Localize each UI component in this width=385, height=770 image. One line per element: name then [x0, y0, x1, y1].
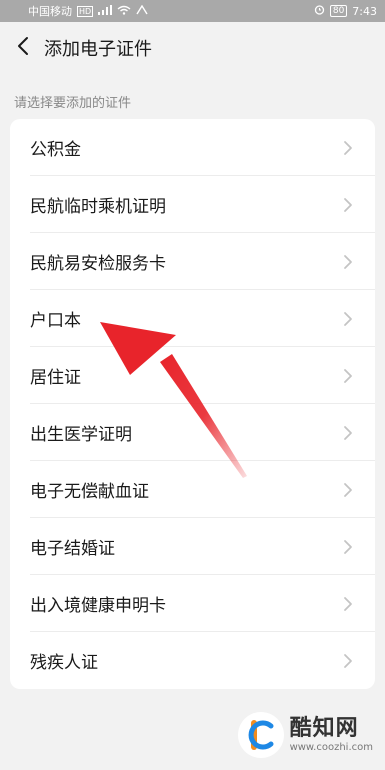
chevron-right-icon	[343, 595, 355, 613]
list-item-label: 电子无偿献血证	[30, 482, 149, 502]
list-item-label: 民航临时乘机证明	[30, 197, 166, 217]
watermark-name: 酷知网	[289, 716, 359, 742]
chevron-right-icon	[343, 367, 355, 385]
list-item-birth-certificate[interactable]: 出生医学证明	[10, 404, 375, 461]
list-item-blood-donation-cert[interactable]: 电子无偿献血证	[10, 461, 375, 518]
list-item-housing-fund[interactable]: 公积金	[10, 119, 375, 176]
status-left: 中国移动 HD	[28, 3, 148, 19]
signal-icon	[98, 4, 113, 18]
chevron-left-icon	[17, 36, 29, 60]
chevron-right-icon	[343, 481, 355, 499]
watermark: 酷知网 www.coozhi.com	[237, 712, 373, 758]
watermark-url: www.coozhi.com	[289, 741, 373, 753]
status-bar: 中国移动 HD 80 7:43	[0, 0, 385, 22]
watermark-logo-icon	[237, 712, 284, 758]
list-item-label: 出入境健康申明卡	[30, 596, 166, 616]
chevron-right-icon	[343, 139, 355, 157]
list-item-label: 民航易安检服务卡	[30, 254, 166, 274]
back-button[interactable]	[10, 30, 36, 66]
list-item-security-card[interactable]: 民航易安检服务卡	[10, 233, 375, 290]
carrier-label: 中国移动	[28, 5, 72, 18]
chevron-right-icon	[343, 310, 355, 328]
list-item-label: 居住证	[30, 368, 81, 388]
wifi-icon	[117, 5, 131, 18]
chevron-right-icon	[343, 196, 355, 214]
battery-indicator: 80	[329, 5, 348, 17]
list-item-label: 电子结婚证	[30, 539, 115, 559]
chevron-right-icon	[343, 538, 355, 556]
chevron-right-icon	[343, 424, 355, 442]
chevron-right-icon	[343, 652, 355, 670]
list-item-label: 残疾人证	[30, 653, 98, 673]
notification-icon	[136, 4, 148, 18]
document-list: 公积金 民航临时乘机证明 民航易安检服务卡 户口本 居住证 出生医学证明 电子无…	[10, 119, 375, 689]
section-label: 请选择要添加的证件	[14, 96, 132, 111]
list-item-marriage-cert[interactable]: 电子结婚证	[10, 518, 375, 575]
list-item-label: 户口本	[30, 311, 81, 331]
chevron-right-icon	[343, 253, 355, 271]
list-item-disability-cert[interactable]: 残疾人证	[10, 632, 375, 689]
hd-badge: HD	[77, 5, 94, 17]
page-title: 添加电子证件	[44, 39, 152, 60]
list-item-residence-permit[interactable]: 居住证	[10, 347, 375, 404]
list-item-label: 出生医学证明	[30, 425, 132, 445]
header: 添加电子证件	[0, 22, 385, 74]
alarm-icon	[314, 4, 325, 18]
list-item-temp-boarding-cert[interactable]: 民航临时乘机证明	[10, 176, 375, 233]
status-right: 80 7:43	[314, 4, 377, 18]
list-item-health-declaration[interactable]: 出入境健康申明卡	[10, 575, 375, 632]
list-item-household-register[interactable]: 户口本	[10, 290, 375, 347]
list-item-label: 公积金	[30, 140, 81, 160]
watermark-text: 酷知网 www.coozhi.com	[289, 716, 373, 753]
status-time: 7:43	[352, 4, 377, 18]
